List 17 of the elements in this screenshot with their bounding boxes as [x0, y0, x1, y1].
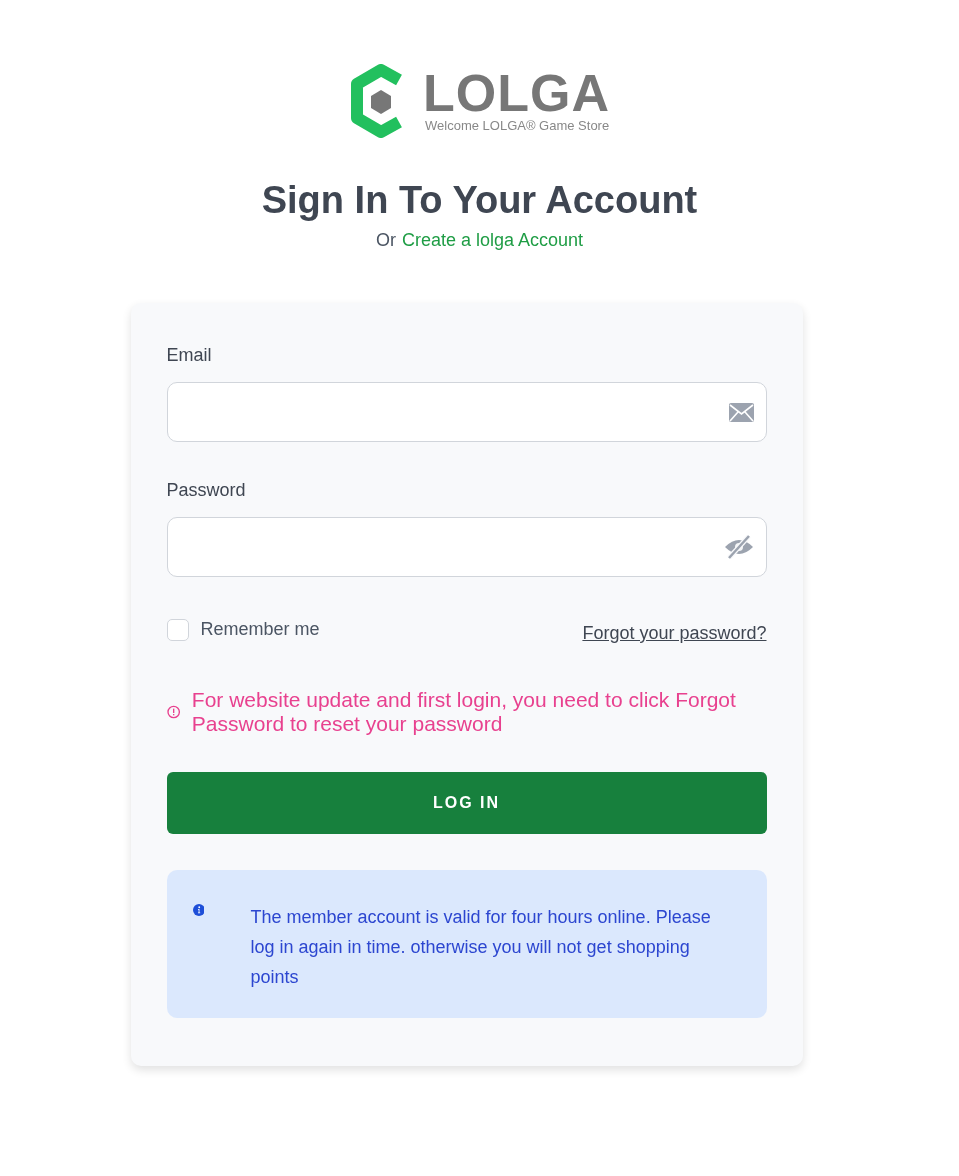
forgot-password-link[interactable]: Forgot your password?: [582, 623, 767, 644]
logo-tagline: Welcome LOLGA® Game Store: [425, 118, 610, 134]
password-field[interactable]: [166, 517, 767, 577]
login-button[interactable]: LOG IN: [166, 772, 767, 834]
envelope-icon: [728, 402, 754, 422]
field-label: Password: [166, 480, 247, 501]
eye-slash-icon[interactable]: [723, 535, 754, 559]
subtitle-text: Or: [375, 230, 396, 251]
info-message: The member account is valid for four hours online. Please log in again in time. otherwise you will not get shopping points: [250, 906, 712, 989]
create-account-link[interactable]: Create a lolga Account: [401, 230, 584, 251]
remember-label: Remember me: [200, 619, 320, 640]
warning-message: For website update and first login, you need to click Forgot Password to reset your password: [191, 688, 737, 736]
field-label: Email: [166, 345, 213, 366]
page-title: Sign In To Your Account: [261, 178, 698, 223]
email-field[interactable]: [166, 382, 767, 442]
logo-name: LOLGA: [423, 68, 610, 118]
remember-checkbox[interactable]: [166, 618, 189, 641]
